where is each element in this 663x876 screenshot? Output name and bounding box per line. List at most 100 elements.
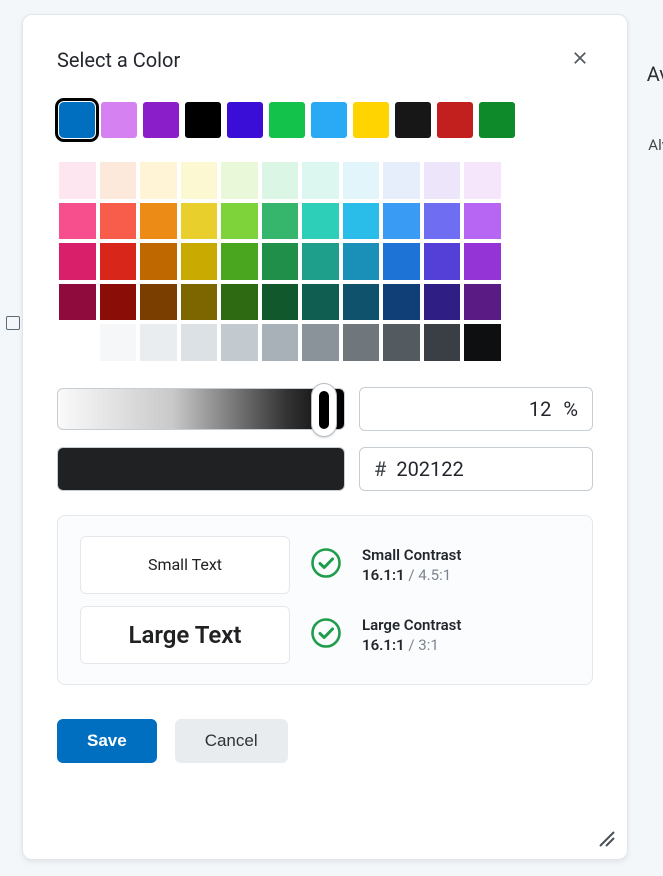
palette-swatch[interactable] (262, 324, 299, 361)
palette-swatch[interactable] (140, 203, 177, 240)
large-text-sample: Large Text (80, 606, 290, 664)
palette-row (59, 324, 593, 361)
percent-suffix: % (563, 397, 578, 421)
palette-swatch[interactable] (100, 324, 137, 361)
hex-input[interactable] (394, 456, 494, 482)
palette-swatch[interactable] (100, 162, 137, 199)
small-contrast-title: Small Contrast (362, 546, 461, 564)
color-palette (57, 162, 593, 361)
palette-swatch[interactable] (59, 284, 96, 321)
preset-swatch[interactable] (269, 102, 305, 138)
palette-swatch[interactable] (302, 324, 339, 361)
palette-swatch[interactable] (302, 284, 339, 321)
palette-swatch[interactable] (464, 324, 501, 361)
dialog-title: Select a Color (57, 48, 180, 72)
palette-swatch[interactable] (221, 203, 258, 240)
palette-swatch[interactable] (221, 243, 258, 280)
small-contrast-threshold: / 4.5:1 (408, 566, 451, 584)
palette-swatch[interactable] (100, 284, 137, 321)
save-button[interactable]: Save (57, 719, 157, 763)
palette-swatch[interactable] (424, 284, 461, 321)
palette-swatch[interactable] (59, 243, 96, 280)
hex-prefix: # (374, 457, 386, 481)
palette-swatch[interactable] (100, 243, 137, 280)
palette-swatch[interactable] (383, 324, 420, 361)
palette-swatch[interactable] (262, 162, 299, 199)
palette-swatch[interactable] (464, 243, 501, 280)
preset-swatch[interactable] (479, 102, 515, 138)
close-button[interactable] (567, 45, 593, 74)
palette-swatch[interactable] (302, 203, 339, 240)
palette-swatch[interactable] (181, 162, 218, 199)
palette-row (59, 203, 593, 240)
palette-swatch[interactable] (140, 243, 177, 280)
background-text: Av (647, 62, 663, 86)
palette-swatch[interactable] (262, 243, 299, 280)
palette-swatch[interactable] (140, 324, 177, 361)
palette-row (59, 284, 593, 321)
palette-swatch[interactable] (221, 284, 258, 321)
preset-swatch[interactable] (59, 102, 95, 138)
palette-swatch[interactable] (262, 284, 299, 321)
background-text: Alv (648, 136, 663, 154)
palette-swatch[interactable] (59, 162, 96, 199)
hex-input-wrapper: # (359, 447, 593, 491)
palette-swatch[interactable] (221, 324, 258, 361)
color-preview (57, 447, 345, 491)
palette-swatch[interactable] (343, 162, 380, 199)
preset-swatch[interactable] (185, 102, 221, 138)
palette-swatch[interactable] (302, 162, 339, 199)
palette-swatch[interactable] (424, 162, 461, 199)
palette-swatch[interactable] (100, 203, 137, 240)
small-contrast-ratio: 16.1:1 (362, 566, 405, 584)
palette-swatch[interactable] (181, 203, 218, 240)
palette-swatch[interactable] (424, 243, 461, 280)
palette-swatch[interactable] (383, 162, 420, 199)
palette-swatch[interactable] (343, 243, 380, 280)
palette-swatch[interactable] (383, 243, 420, 280)
large-contrast-title: Large Contrast (362, 616, 461, 634)
cancel-button[interactable]: Cancel (175, 719, 288, 763)
resize-handle[interactable] (595, 827, 615, 847)
close-icon (571, 49, 589, 67)
palette-swatch[interactable] (464, 162, 501, 199)
palette-swatch[interactable] (464, 284, 501, 321)
preset-swatch[interactable] (395, 102, 431, 138)
palette-swatch[interactable] (181, 284, 218, 321)
palette-swatch[interactable] (140, 284, 177, 321)
palette-swatch[interactable] (383, 203, 420, 240)
palette-swatch[interactable] (181, 324, 218, 361)
palette-swatch[interactable] (383, 284, 420, 321)
palette-row (59, 243, 593, 280)
preset-swatch[interactable] (227, 102, 263, 138)
palette-swatch[interactable] (302, 243, 339, 280)
palette-swatch[interactable] (464, 203, 501, 240)
check-circle-icon (310, 547, 342, 583)
slider-thumb[interactable] (311, 383, 337, 437)
palette-swatch[interactable] (262, 203, 299, 240)
large-contrast-threshold: / 3:1 (408, 636, 438, 654)
large-contrast-ratio: 16.1:1 (362, 636, 405, 654)
palette-swatch[interactable] (424, 203, 461, 240)
palette-swatch[interactable] (343, 284, 380, 321)
preset-swatch[interactable] (143, 102, 179, 138)
lightness-input-wrapper: % (359, 387, 593, 431)
palette-swatch[interactable] (59, 324, 96, 361)
preset-swatch[interactable] (101, 102, 137, 138)
palette-swatch[interactable] (221, 162, 258, 199)
palette-swatch[interactable] (140, 162, 177, 199)
palette-swatch[interactable] (59, 203, 96, 240)
small-text-sample: Small Text (80, 536, 290, 594)
preset-swatch[interactable] (353, 102, 389, 138)
preset-swatch[interactable] (311, 102, 347, 138)
palette-swatch[interactable] (343, 203, 380, 240)
preset-color-row (57, 102, 593, 138)
palette-swatch[interactable] (343, 324, 380, 361)
palette-swatch[interactable] (181, 243, 218, 280)
lightness-slider[interactable] (57, 388, 345, 430)
palette-swatch[interactable] (424, 324, 461, 361)
lightness-input[interactable] (493, 396, 553, 422)
check-circle-icon (310, 617, 342, 653)
preset-swatch[interactable] (437, 102, 473, 138)
edit-icon (6, 316, 20, 330)
